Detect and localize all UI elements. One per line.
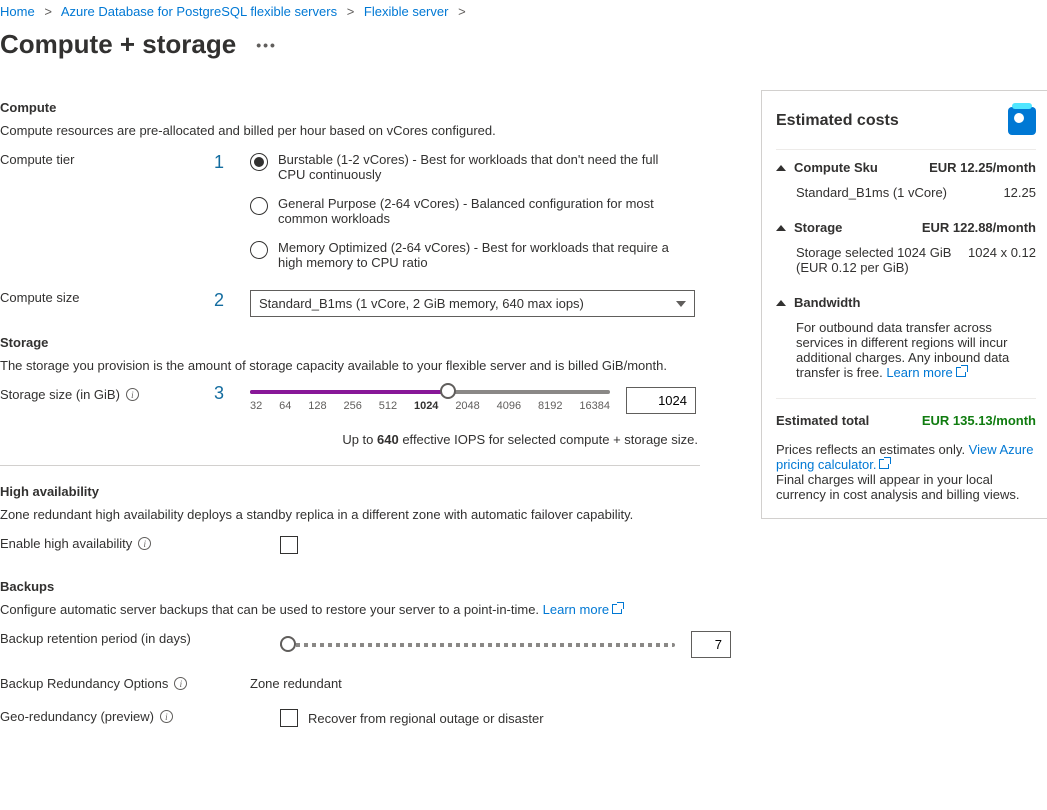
compute-desc: Compute resources are pre-allocated and … [0,123,731,138]
tier-burstable-label: Burstable (1-2 vCores) - Best for worklo… [278,152,678,182]
tier-burstable[interactable]: Burstable (1-2 vCores) - Best for worklo… [250,152,731,182]
radio-icon [250,153,268,171]
radio-icon [250,197,268,215]
retention-slider[interactable] [280,643,675,647]
compute-heading: Compute [0,100,731,115]
postgresql-icon [1008,107,1036,135]
info-icon[interactable]: i [174,677,187,690]
enable-ha-checkbox[interactable] [280,536,298,554]
compute-size-label: Compute size [0,290,250,305]
breadcrumb: Home > Azure Database for PostgreSQL fle… [0,0,1047,29]
bandwidth-learn-more-link[interactable]: Learn more [886,365,965,380]
caret-up-icon [776,225,786,231]
tier-general-label: General Purpose (2-64 vCores) - Balanced… [278,196,678,226]
storage-desc: The storage you provision is the amount … [0,358,731,373]
backups-learn-more-link[interactable]: Learn more [543,602,622,617]
external-link-icon [956,367,966,377]
ha-heading: High availability [0,484,731,499]
backups-heading: Backups [0,579,731,594]
annotation-2: 2 [214,290,224,311]
retention-label: Backup retention period (in days) [0,631,280,646]
chevron-right-icon: > [347,4,355,19]
geo-checkbox[interactable]: Recover from regional outage or disaster [280,709,731,727]
page-title: Compute + storage ••• [0,29,1047,60]
retention-input[interactable] [691,631,731,658]
external-link-icon [879,459,889,469]
redundancy-value: Zone redundant [250,676,342,691]
iops-note: Up to 640 effective IOPS for selected co… [0,432,698,447]
chevron-right-icon: > [44,4,52,19]
cost-compute-toggle[interactable]: Compute Sku EUR 12.25/month [776,160,1036,175]
more-icon[interactable]: ••• [256,37,277,53]
cost-compute-detail-price: 12.25 [993,185,1036,200]
storage-slider[interactable] [250,390,610,394]
chevron-right-icon: > [458,4,466,19]
cost-bandwidth-toggle[interactable]: Bandwidth [776,295,1036,310]
cost-compute-detail: Standard_B1ms (1 vCore) [796,185,993,200]
costs-title: Estimated costs [776,107,1036,135]
cost-bandwidth-desc: For outbound data transfer across servic… [796,320,1036,380]
annotation-1: 1 [214,152,224,173]
tier-general[interactable]: General Purpose (2-64 vCores) - Balanced… [250,196,731,226]
slider-ticks: 3264128256512102420484096819216384 [250,400,610,412]
compute-size-value: Standard_B1ms (1 vCore, 2 GiB memory, 64… [259,296,584,311]
backups-desc: Configure automatic server backups that … [0,602,731,617]
radio-icon [250,241,268,259]
geo-label: Geo-redundancy (preview) i [0,709,280,724]
info-icon[interactable]: i [138,537,151,550]
caret-up-icon [776,165,786,171]
divider [0,465,700,466]
estimated-costs-panel: Estimated costs Compute Sku EUR 12.25/mo… [761,90,1047,519]
compute-size-select[interactable]: Standard_B1ms (1 vCore, 2 GiB memory, 64… [250,290,695,317]
chevron-down-icon [676,301,686,307]
info-icon[interactable]: i [160,710,173,723]
redundancy-label: Backup Redundancy Options i [0,676,250,691]
cost-storage-detail-price: 1024 x 0.12 [958,245,1036,275]
geo-checkbox-label: Recover from regional outage or disaster [308,711,544,726]
estimated-total: Estimated total EUR 135.13/month [776,398,1036,428]
breadcrumb-server[interactable]: Flexible server [364,4,449,19]
storage-size-label: Storage size (in GiB) i [0,387,250,402]
breadcrumb-db[interactable]: Azure Database for PostgreSQL flexible s… [61,4,337,19]
external-link-icon [612,604,622,614]
storage-size-input[interactable] [626,387,696,414]
ha-desc: Zone redundant high availability deploys… [0,507,731,522]
caret-up-icon [776,300,786,306]
breadcrumb-home[interactable]: Home [0,4,35,19]
enable-ha-label: Enable high availability i [0,536,280,551]
cost-storage-detail: Storage selected 1024 GiB (EUR 0.12 per … [796,245,958,275]
tier-memory[interactable]: Memory Optimized (2-64 vCores) - Best fo… [250,240,731,270]
storage-heading: Storage [0,335,731,350]
slider-thumb[interactable] [280,636,296,652]
costs-footer: Prices reflects an estimates only. View … [776,442,1036,502]
compute-tier-label: Compute tier [0,152,250,167]
info-icon[interactable]: i [126,388,139,401]
cost-storage-toggle[interactable]: Storage EUR 122.88/month [776,220,1036,235]
slider-thumb[interactable] [440,383,456,399]
annotation-3: 3 [214,383,224,404]
tier-memory-label: Memory Optimized (2-64 vCores) - Best fo… [278,240,678,270]
